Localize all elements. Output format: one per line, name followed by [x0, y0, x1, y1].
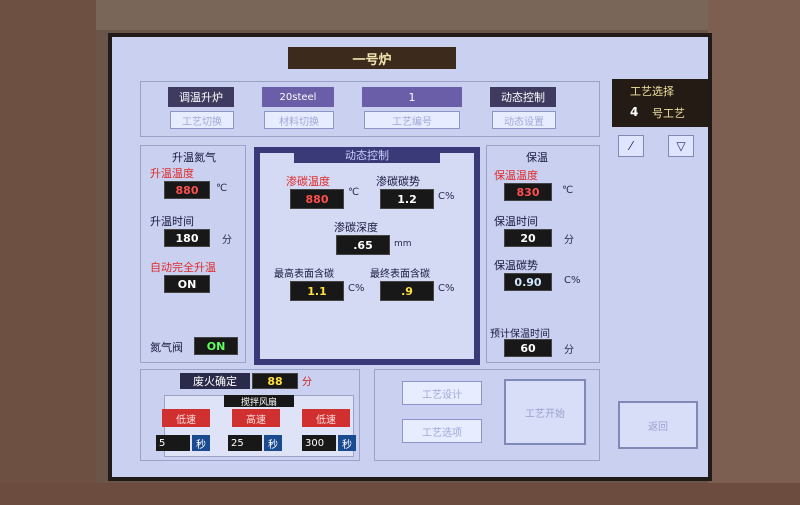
- speed-2-value[interactable]: 25: [228, 435, 262, 451]
- heat-temp-label: 升温温度: [150, 167, 194, 180]
- monitor-bezel-left: [0, 0, 96, 505]
- heat-temp-unit: ℃: [216, 183, 228, 194]
- dynamic-settings-button[interactable]: 动态设置: [492, 111, 556, 129]
- monitor-bezel-bottom: [0, 483, 800, 505]
- carb-temp-unit: ℃: [348, 187, 360, 198]
- process-start-button[interactable]: 工艺开始: [504, 379, 586, 445]
- speed-1-value[interactable]: 5: [156, 435, 190, 451]
- carb-potential-value[interactable]: 1.2: [380, 189, 434, 209]
- est-hold-time-unit: 分: [564, 345, 574, 356]
- hold-temp-label: 保温温度: [494, 169, 538, 182]
- holding-header: 保温: [526, 151, 548, 164]
- process-number-value: 4: [630, 105, 639, 119]
- process-option-button[interactable]: 工艺选项: [402, 419, 482, 443]
- material-switch-button[interactable]: 材料切换: [264, 111, 334, 129]
- speed-3-value[interactable]: 300: [302, 435, 336, 451]
- nitrogen-valve-toggle[interactable]: ON: [194, 337, 238, 355]
- auto-heat-toggle[interactable]: ON: [164, 275, 210, 293]
- up-arrow-icon: ⁄: [629, 139, 632, 153]
- process-number-button[interactable]: 工艺编号: [364, 111, 460, 129]
- dynamic-control-label: 动态控制: [490, 87, 556, 107]
- steel-label: 20steel: [262, 87, 334, 107]
- process-design-button[interactable]: 工艺设计: [402, 381, 482, 405]
- process-number-label: 1: [362, 87, 462, 107]
- carb-potential-label: 渗碳碳势: [376, 175, 420, 188]
- heat-time-unit: 分: [222, 235, 232, 246]
- hold-potential-label: 保温碳势: [494, 259, 538, 272]
- hmi-screen: 一号炉 调温升炉 工艺切换 20steel 材料切换 1 工艺编号 动态控制 动…: [108, 33, 712, 481]
- heat-time-value[interactable]: 180: [164, 229, 210, 247]
- speed-2-unit: 秒: [264, 435, 282, 451]
- hold-time-value[interactable]: 20: [504, 229, 552, 247]
- process-select-box: 工艺选择 4 号工艺: [612, 79, 708, 127]
- final-surface-carbon-unit: C%: [438, 283, 455, 294]
- mode-label: 调温升炉: [168, 87, 234, 107]
- process-down-button[interactable]: ▽: [668, 135, 694, 157]
- speed-3-label[interactable]: 低速: [302, 409, 350, 427]
- hold-potential-unit: C%: [564, 275, 581, 286]
- hold-potential-value[interactable]: 0.90: [504, 273, 552, 291]
- est-hold-time-value: 60: [504, 339, 552, 357]
- max-surface-carbon-value[interactable]: 1.1: [290, 281, 344, 301]
- hold-time-unit: 分: [564, 235, 574, 246]
- process-select-title: 工艺选择: [630, 85, 674, 98]
- hold-temp-unit: ℃: [562, 185, 574, 196]
- final-surface-carbon-value[interactable]: .9: [380, 281, 434, 301]
- auto-heat-label: 自动完全升温: [150, 261, 216, 274]
- max-surface-carbon-unit: C%: [348, 283, 365, 294]
- down-arrow-icon: ▽: [676, 139, 686, 153]
- process-switch-button[interactable]: 工艺切换: [170, 111, 234, 129]
- speed-1-unit: 秒: [192, 435, 210, 451]
- fire-confirm-unit: 分: [302, 377, 312, 388]
- heating-header: 升温氮气: [172, 151, 216, 164]
- heat-temp-value[interactable]: 880: [164, 181, 210, 199]
- process-up-button[interactable]: ⁄: [618, 135, 644, 157]
- hold-time-label: 保温时间: [494, 215, 538, 228]
- speed-2-label[interactable]: 高速: [232, 409, 280, 427]
- carb-depth-label: 渗碳深度: [334, 221, 378, 234]
- speed-1-label[interactable]: 低速: [162, 409, 210, 427]
- carb-temp-value[interactable]: 880: [290, 189, 344, 209]
- dynamic-control-title: 动态控制: [294, 147, 440, 163]
- monitor-bezel-right: [708, 0, 800, 505]
- stir-fan-label: 搅拌风扇: [224, 395, 294, 408]
- carb-depth-value[interactable]: .65: [336, 235, 390, 255]
- back-button[interactable]: 返回: [618, 401, 698, 449]
- speed-3-unit: 秒: [338, 435, 356, 451]
- nitrogen-valve-label: 氮气阀: [150, 341, 183, 354]
- process-suffix: 号工艺: [652, 107, 685, 120]
- carb-depth-unit: mm: [394, 239, 412, 249]
- fire-confirm-value[interactable]: 88: [252, 373, 298, 389]
- fire-confirm-label: 废火确定: [180, 373, 250, 389]
- final-surface-carbon-label: 最终表面含碳: [370, 269, 430, 280]
- monitor-bezel-top: [0, 0, 800, 30]
- carb-temp-label: 渗碳温度: [286, 175, 330, 188]
- page-title: 一号炉: [288, 47, 456, 69]
- est-hold-time-label: 预计保温时间: [490, 329, 550, 340]
- hold-temp-value[interactable]: 830: [504, 183, 552, 201]
- heat-time-label: 升温时间: [150, 215, 194, 228]
- carb-potential-unit: C%: [438, 191, 455, 202]
- max-surface-carbon-label: 最高表面含碳: [274, 269, 334, 280]
